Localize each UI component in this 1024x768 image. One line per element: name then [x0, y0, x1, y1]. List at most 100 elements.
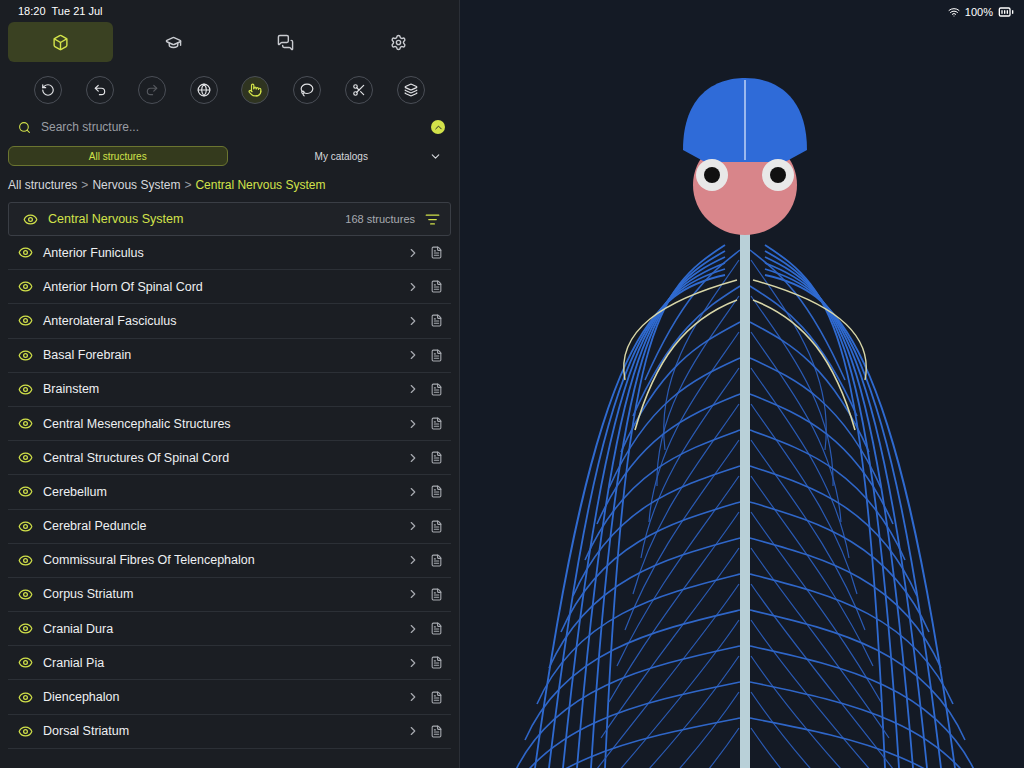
- app: 18:20Tue 21 JulAll structuresMy catalogs…: [0, 0, 1024, 768]
- chevron-right-icon: [406, 417, 420, 431]
- learn-tab[interactable]: [121, 22, 226, 62]
- document-icon[interactable]: [430, 656, 443, 669]
- model-tab[interactable]: [8, 22, 113, 62]
- document-icon[interactable]: [430, 725, 443, 738]
- cut-icon: [352, 83, 366, 97]
- eye-right[interactable]: [762, 159, 794, 191]
- list-icon[interactable]: [425, 212, 440, 227]
- undo-button[interactable]: [86, 76, 114, 104]
- cut-button[interactable]: [345, 76, 373, 104]
- document-icon[interactable]: [430, 691, 443, 704]
- eye-left[interactable]: [696, 159, 728, 191]
- model-tab-icon: [52, 34, 69, 51]
- structure-row[interactable]: Anterolateral Fasciculus: [8, 304, 451, 338]
- structure-row[interactable]: Dorsal Striatum: [8, 715, 451, 749]
- layers-button[interactable]: [397, 76, 425, 104]
- document-icon[interactable]: [430, 485, 443, 498]
- status-indicators: 100%: [948, 4, 1014, 20]
- document-icon[interactable]: [430, 246, 443, 259]
- filter-tabs: All structuresMy catalogs: [8, 146, 451, 166]
- eye-icon[interactable]: [18, 382, 33, 397]
- structure-row[interactable]: Cerebellum: [8, 475, 451, 509]
- structure-row[interactable]: Corpus Striatum: [8, 578, 451, 612]
- document-icon[interactable]: [430, 349, 443, 362]
- settings-tab-icon: [390, 34, 407, 51]
- settings-tab[interactable]: [346, 22, 451, 62]
- document-icon[interactable]: [430, 383, 443, 396]
- chevron-right-icon: [406, 553, 420, 567]
- structure-row[interactable]: Central Structures Of Spinal Cord: [8, 441, 451, 475]
- chat-tab[interactable]: [234, 22, 339, 62]
- chevron-right-icon: [406, 724, 420, 738]
- structure-list: Anterior FuniculusAnterior Horn Of Spina…: [8, 236, 451, 749]
- eye-icon[interactable]: [18, 279, 33, 294]
- group-header[interactable]: Central Nervous System168 structures: [8, 202, 451, 236]
- chevron-up-icon: [433, 122, 444, 133]
- globe-button[interactable]: [190, 76, 218, 104]
- eye-icon[interactable]: [18, 655, 33, 670]
- eye-icon[interactable]: [23, 212, 38, 227]
- breadcrumb-item[interactable]: All structures: [8, 178, 77, 192]
- structure-row[interactable]: Commissural Fibres Of Telencephalon: [8, 544, 451, 578]
- filter-tab[interactable]: My catalogs: [232, 146, 452, 166]
- chevron-right-icon: [406, 690, 420, 704]
- breadcrumb: All structures > Nervous System > Central Ne…: [8, 176, 451, 194]
- chevron-right-icon: [406, 622, 420, 636]
- eye-icon[interactable]: [18, 313, 33, 328]
- spinal-cord[interactable]: [740, 220, 750, 768]
- eye-icon[interactable]: [18, 690, 33, 705]
- document-icon[interactable]: [430, 417, 443, 430]
- structure-row[interactable]: Cerebral Peduncle: [8, 510, 451, 544]
- structure-row[interactable]: Anterior Horn Of Spinal Cord: [8, 270, 451, 304]
- document-icon[interactable]: [430, 520, 443, 533]
- model-viewport[interactable]: 100%: [460, 0, 1024, 768]
- search-input[interactable]: [39, 119, 423, 135]
- eye-icon[interactable]: [18, 724, 33, 739]
- toolbar: [8, 74, 451, 106]
- reset-button[interactable]: [34, 76, 62, 104]
- chevron-right-icon: [406, 656, 420, 670]
- eye-icon[interactable]: [18, 450, 33, 465]
- structure-row[interactable]: Cranial Dura: [8, 612, 451, 646]
- document-icon[interactable]: [430, 554, 443, 567]
- filter-tab[interactable]: All structures: [8, 146, 228, 166]
- anatomy-model[interactable]: [460, 0, 1024, 768]
- lasso-button[interactable]: [293, 76, 321, 104]
- breadcrumb-separator: >: [184, 178, 191, 192]
- document-icon[interactable]: [430, 622, 443, 635]
- eye-icon[interactable]: [18, 416, 33, 431]
- redo-button[interactable]: [138, 76, 166, 104]
- eye-icon[interactable]: [18, 519, 33, 534]
- chat-tab-icon: [277, 34, 294, 51]
- eye-icon[interactable]: [18, 245, 33, 260]
- eye-icon[interactable]: [18, 621, 33, 636]
- document-icon[interactable]: [430, 280, 443, 293]
- wifi-icon: [948, 6, 960, 18]
- chevron-right-icon: [406, 348, 420, 362]
- eye-icon[interactable]: [18, 484, 33, 499]
- document-icon[interactable]: [430, 451, 443, 464]
- document-icon[interactable]: [430, 314, 443, 327]
- collapse-button[interactable]: [431, 120, 445, 134]
- chevron-right-icon: [406, 485, 420, 499]
- brain[interactable]: [683, 78, 807, 162]
- select-button[interactable]: [241, 76, 269, 104]
- structure-row[interactable]: Brainstem: [8, 373, 451, 407]
- breadcrumb-separator: >: [81, 178, 88, 192]
- structure-row[interactable]: Central Mesencephalic Structures: [8, 407, 451, 441]
- structure-row[interactable]: Anterior Funiculus: [8, 236, 451, 270]
- eye-icon[interactable]: [18, 587, 33, 602]
- document-icon[interactable]: [430, 588, 443, 601]
- eye-icon[interactable]: [18, 348, 33, 363]
- undo-icon: [93, 83, 107, 97]
- eye-icon[interactable]: [18, 553, 33, 568]
- breadcrumb-item[interactable]: Central Nervous System: [195, 178, 325, 192]
- structure-row[interactable]: Cranial Pia: [8, 646, 451, 680]
- structure-row[interactable]: Diencephalon: [8, 680, 451, 714]
- status-time: 18:20Tue 21 Jul: [8, 0, 451, 22]
- structure-row[interactable]: Basal Forebrain: [8, 339, 451, 373]
- select-icon: [248, 83, 262, 97]
- chevron-right-icon: [406, 451, 420, 465]
- learn-tab-icon: [165, 34, 182, 51]
- breadcrumb-item[interactable]: Nervous System: [92, 178, 180, 192]
